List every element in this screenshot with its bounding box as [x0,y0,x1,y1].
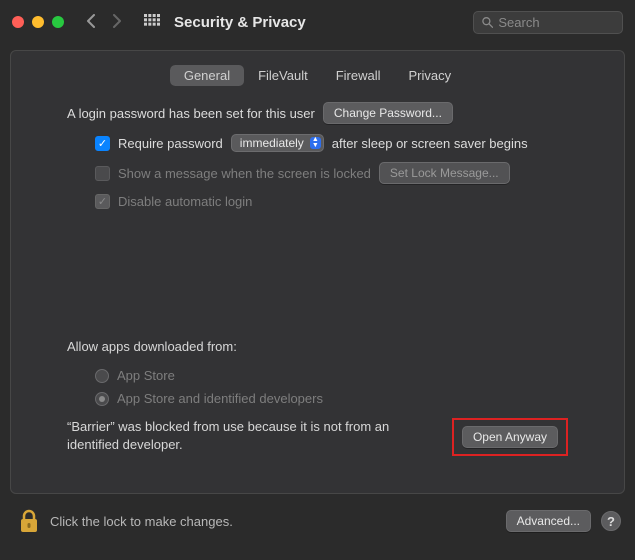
minimize-window-button[interactable] [32,16,44,28]
set-lock-message-button[interactable]: Set Lock Message... [379,162,510,184]
allow-apps-heading: Allow apps downloaded from: [67,339,568,354]
preferences-panel: General FileVault Firewall Privacy A log… [10,50,625,494]
login-password-label: A login password has been set for this u… [67,106,315,121]
window-controls [12,16,64,28]
window-title: Security & Privacy [174,14,306,31]
lock-icon[interactable] [18,508,40,534]
require-password-label-post: after sleep or screen saver begins [332,136,528,151]
open-anyway-button[interactable]: Open Anyway [462,426,558,448]
back-button[interactable] [82,12,100,33]
popup-arrows-icon: ▲▼ [310,137,321,149]
help-button[interactable]: ? [601,511,621,531]
require-password-delay-value: immediately [240,136,304,150]
footer-bar: Click the lock to make changes. Advanced… [0,500,635,534]
search-input[interactable] [498,15,614,30]
require-password-checkbox[interactable]: ✓ [95,136,110,151]
tab-bar: General FileVault Firewall Privacy [11,51,624,102]
allow-apps-appstore-radio[interactable] [95,369,109,383]
zoom-window-button[interactable] [52,16,64,28]
tab-segmented-control: General FileVault Firewall Privacy [170,65,465,86]
tab-firewall[interactable]: Firewall [322,65,395,86]
disable-auto-login-checkbox[interactable]: ✓ [95,194,110,209]
require-password-delay-popup[interactable]: immediately ▲▼ [231,134,324,152]
disable-auto-login-label: Disable automatic login [118,194,252,209]
change-password-button[interactable]: Change Password... [323,102,453,124]
advanced-button[interactable]: Advanced... [506,510,591,532]
require-password-label-pre: Require password [118,136,223,151]
show-message-checkbox[interactable] [95,166,110,181]
allow-apps-identified-label: App Store and identified developers [117,391,323,406]
close-window-button[interactable] [12,16,24,28]
tab-filevault[interactable]: FileVault [244,65,322,86]
lock-hint-text: Click the lock to make changes. [50,514,233,529]
forward-button[interactable] [108,12,126,33]
search-icon [482,16,493,29]
show-message-label: Show a message when the screen is locked [118,166,371,181]
tab-privacy[interactable]: Privacy [395,65,466,86]
search-field[interactable] [473,11,623,34]
tab-general[interactable]: General [170,65,244,86]
window-titlebar: Security & Privacy [0,0,635,44]
blocked-app-message: “Barrier” was blocked from use because i… [67,418,427,454]
open-anyway-highlight: Open Anyway [452,418,568,456]
allow-apps-appstore-label: App Store [117,368,175,383]
show-all-prefs-button[interactable] [144,14,160,30]
allow-apps-identified-radio[interactable] [95,392,109,406]
